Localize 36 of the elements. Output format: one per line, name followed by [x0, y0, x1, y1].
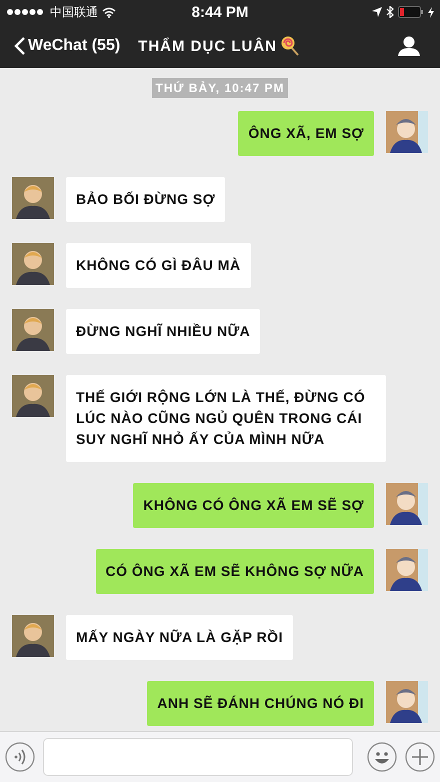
- emoji-icon[interactable]: [367, 742, 397, 772]
- avatar-icon[interactable]: [12, 309, 54, 351]
- message-bubble: ÔNG XÃ, EM SỢ: [238, 111, 374, 156]
- avatar-icon[interactable]: [386, 111, 428, 153]
- battery-icon: [398, 6, 424, 18]
- chat-title: THẨM DỤC LUÂN: [138, 38, 277, 54]
- signal-icon: [6, 8, 46, 16]
- message-bubble: THẾ GIỚI RỘNG LỚN LÀ THẾ, ĐỪNG CÓ LÚC NÀO CŨNG NGỦ QUÊN TRONG CÁI SUY NGHĨ NHỎ ẤY CỦA MÌNH NỮA: [66, 375, 386, 462]
- avatar-icon[interactable]: [386, 681, 428, 723]
- avatar-icon[interactable]: [12, 177, 54, 219]
- profile-icon[interactable]: [398, 36, 420, 56]
- voice-icon[interactable]: [5, 742, 35, 772]
- lollipop-icon: [281, 36, 299, 56]
- avatar-icon[interactable]: [386, 549, 428, 591]
- plus-icon[interactable]: [405, 742, 435, 772]
- clock-time: 8:44 PM: [192, 4, 248, 20]
- avatar-icon[interactable]: [12, 375, 54, 417]
- wifi-icon: [102, 6, 116, 18]
- message-bubble: KHÔNG CÓ GÌ ĐÂU MÀ: [66, 243, 251, 288]
- message-bubble: KHÔNG CÓ ÔNG XÃ EM SẼ SỢ: [133, 483, 374, 528]
- charging-bolt-icon: [428, 6, 434, 18]
- timestamp: THỨ BẢY, 10:47 PM: [152, 78, 288, 98]
- back-chevron-icon: [14, 36, 26, 56]
- message-bubble: ANH SẼ ĐÁNH CHÚNG NÓ ĐI: [147, 681, 374, 726]
- back-button[interactable]: WeChat (55): [14, 36, 120, 56]
- message-input[interactable]: [43, 738, 353, 776]
- bluetooth-icon: [386, 6, 394, 18]
- avatar-icon[interactable]: [386, 483, 428, 525]
- avatar-icon[interactable]: [12, 243, 54, 285]
- avatar-icon[interactable]: [12, 615, 54, 657]
- carrier-name: 中国联通: [50, 4, 98, 20]
- message-bubble: ĐỪNG NGHĨ NHIỀU NỮA: [66, 309, 260, 354]
- message-bubble: CÓ ÔNG XÃ EM SẼ KHÔNG SỢ NỮA: [96, 549, 374, 594]
- message-bubble: MẤY NGÀY NỮA LÀ GẶP RỒI: [66, 615, 293, 660]
- message-bubble: BẢO BỐI ĐỪNG SỢ: [66, 177, 226, 222]
- location-arrow-icon: [372, 7, 382, 17]
